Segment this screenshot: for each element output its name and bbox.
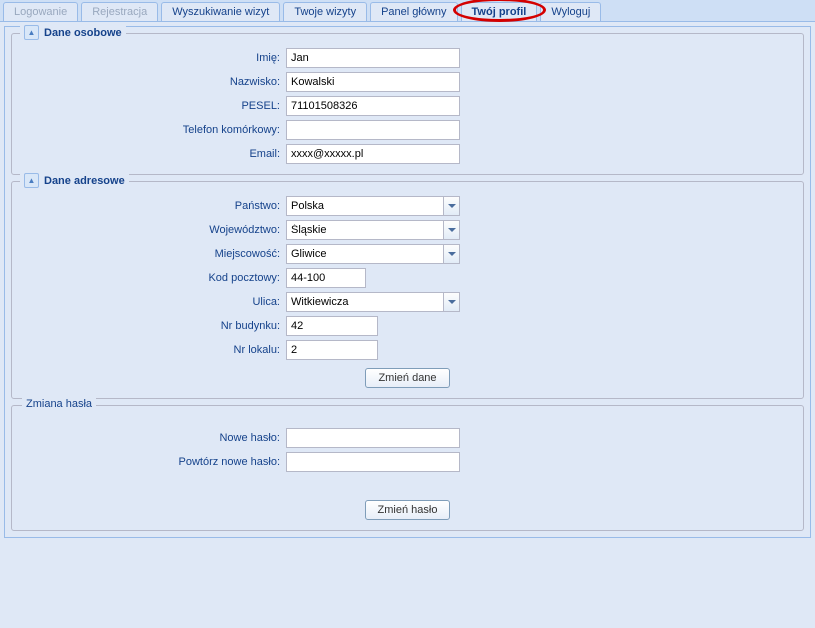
combo-ulica[interactable]: [286, 292, 460, 312]
fieldset-address-legend: Dane adresowe: [44, 175, 125, 187]
fieldset-personal-legend: Dane osobowe: [44, 27, 122, 39]
combo-panstwo[interactable]: [286, 196, 460, 216]
zmien-dane-button[interactable]: Zmień dane: [365, 368, 449, 388]
fieldset-personal-header: ▲ Dane osobowe: [20, 25, 126, 40]
input-email[interactable]: [286, 144, 460, 164]
label-nrlok: Nr lokalu:: [18, 344, 286, 356]
tab-search-visits[interactable]: Wyszukiwanie wizyt: [161, 2, 280, 21]
label-nazwisko: Nazwisko:: [18, 76, 286, 88]
chevron-down-icon[interactable]: [443, 292, 460, 312]
label-telefon: Telefon komórkowy:: [18, 124, 286, 136]
input-pesel[interactable]: [286, 96, 460, 116]
label-powtorz-haslo: Powtórz nowe hasło:: [18, 456, 286, 468]
combo-miejscowosc[interactable]: [286, 244, 460, 264]
profile-panel: ▲ Dane osobowe Imię: Nazwisko: PESEL: Te…: [4, 26, 811, 538]
tab-your-visits[interactable]: Twoje wizyty: [283, 2, 367, 21]
tab-strip: Logowanie Rejestracja Wyszukiwanie wizyt…: [0, 0, 815, 22]
collapse-icon[interactable]: ▲: [24, 25, 39, 40]
tab-logout[interactable]: Wyloguj: [540, 2, 601, 21]
input-wojewodztwo[interactable]: [286, 220, 443, 240]
fieldset-password-legend: Zmiana hasła: [22, 398, 96, 410]
collapse-icon[interactable]: ▲: [24, 173, 39, 188]
input-ulica[interactable]: [286, 292, 443, 312]
fieldset-password: Zmiana hasła Nowe hasło: Powtórz nowe ha…: [11, 405, 804, 531]
input-nazwisko[interactable]: [286, 72, 460, 92]
label-email: Email:: [18, 148, 286, 160]
zmien-haslo-button[interactable]: Zmień hasło: [365, 500, 451, 520]
input-nowe-haslo[interactable]: [286, 428, 460, 448]
input-nrlok[interactable]: [286, 340, 378, 360]
chevron-down-icon[interactable]: [443, 196, 460, 216]
input-telefon[interactable]: [286, 120, 460, 140]
tab-dashboard[interactable]: Panel główny: [370, 2, 457, 21]
fieldset-address-header: ▲ Dane adresowe: [20, 173, 129, 188]
label-pesel: PESEL:: [18, 100, 286, 112]
fieldset-personal: ▲ Dane osobowe Imię: Nazwisko: PESEL: Te…: [11, 33, 804, 175]
chevron-down-icon[interactable]: [443, 220, 460, 240]
input-miejscowosc[interactable]: [286, 244, 443, 264]
tab-profile[interactable]: Twój profil: [461, 2, 538, 21]
chevron-down-icon[interactable]: [443, 244, 460, 264]
input-nrbud[interactable]: [286, 316, 378, 336]
label-panstwo: Państwo:: [18, 200, 286, 212]
label-wojewodztwo: Województwo:: [18, 224, 286, 236]
label-kod: Kod pocztowy:: [18, 272, 286, 284]
input-kod[interactable]: [286, 268, 366, 288]
label-nrbud: Nr budynku:: [18, 320, 286, 332]
fieldset-address: ▲ Dane adresowe Państwo: Województwo: Mi…: [11, 181, 804, 399]
combo-wojewodztwo[interactable]: [286, 220, 460, 240]
label-ulica: Ulica:: [18, 296, 286, 308]
input-panstwo[interactable]: [286, 196, 443, 216]
tab-register[interactable]: Rejestracja: [81, 2, 158, 21]
label-miejscowosc: Miejscowość:: [18, 248, 286, 260]
tab-login[interactable]: Logowanie: [3, 2, 78, 21]
label-imie: Imię:: [18, 52, 286, 64]
input-imie[interactable]: [286, 48, 460, 68]
label-nowe-haslo: Nowe hasło:: [18, 432, 286, 444]
input-powtorz-haslo[interactable]: [286, 452, 460, 472]
